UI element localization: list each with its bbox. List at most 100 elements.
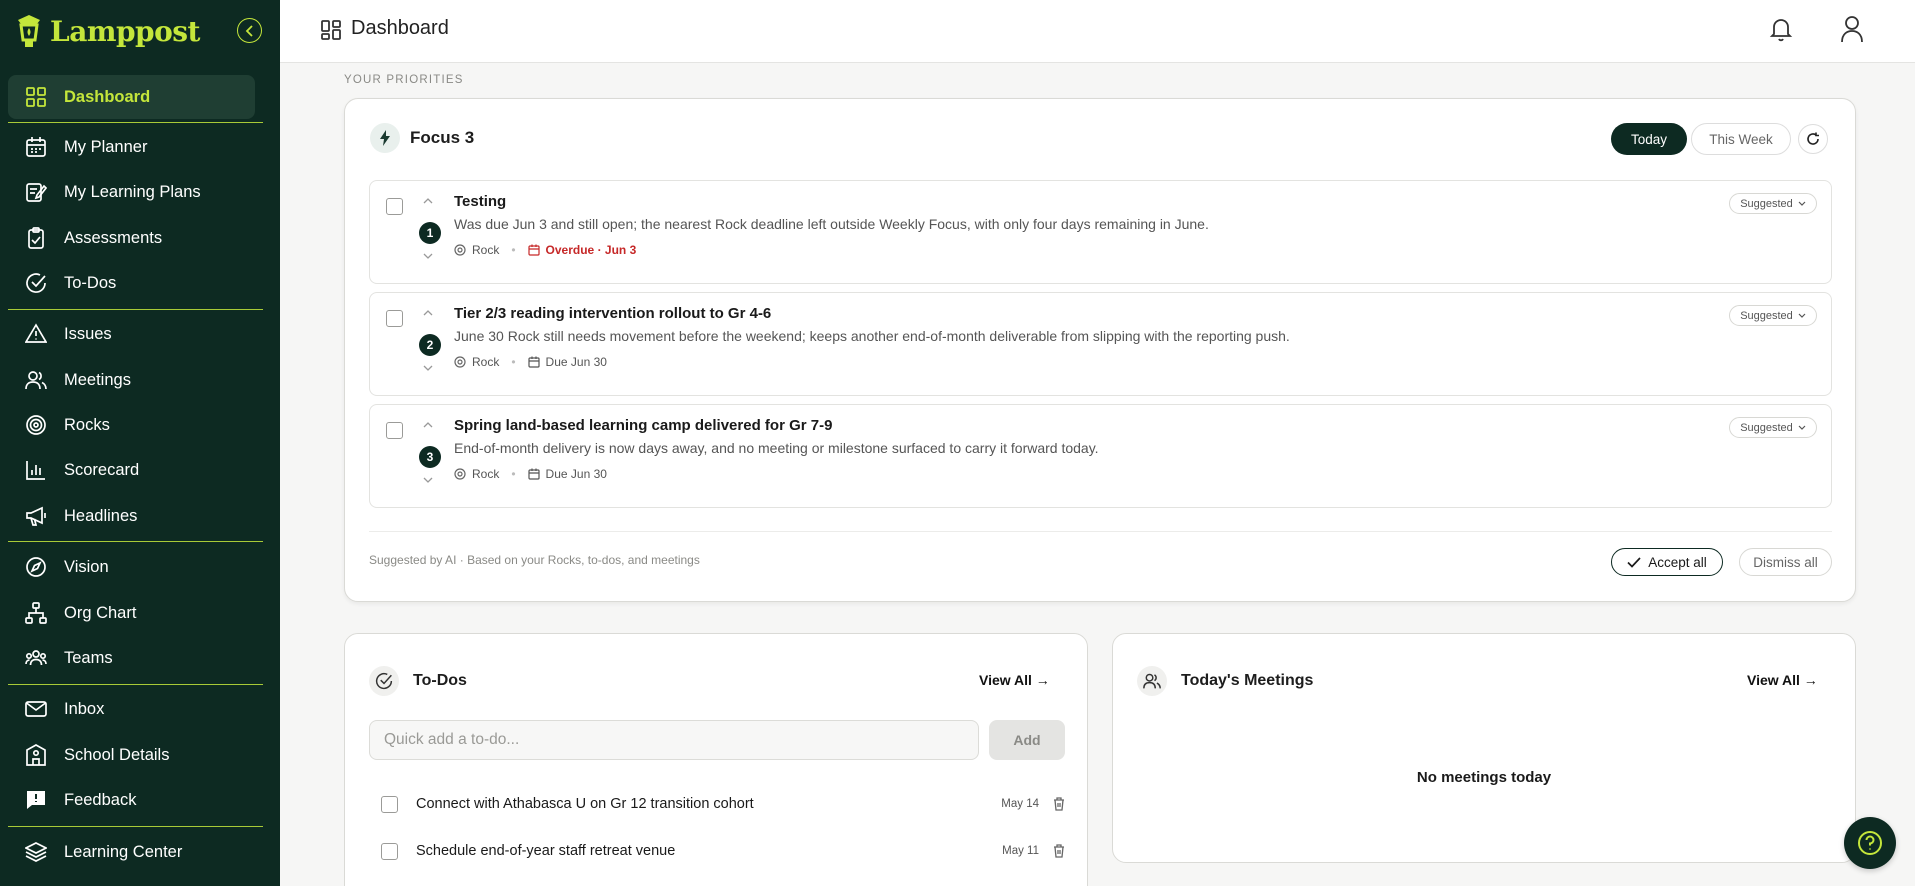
priority-description: Was due Jun 3 and still open; the neares…: [454, 216, 1209, 232]
sidebar-item-rocks[interactable]: Rocks: [8, 403, 255, 447]
priority-meta: Rock • Due Jun 30: [454, 467, 607, 481]
sidebar-item-my-planner[interactable]: My Planner: [8, 125, 255, 169]
priority-title[interactable]: Spring land-based learning camp delivere…: [454, 417, 832, 434]
check-icon: [1627, 556, 1641, 568]
priority-checkbox[interactable]: [386, 422, 403, 439]
org-chart-icon: [22, 599, 50, 627]
priority-rank: 1: [419, 222, 441, 244]
dashboard-icon: [22, 83, 50, 111]
todos-view-all-link[interactable]: View All →: [979, 672, 1050, 688]
priority-type: Rock: [472, 467, 500, 481]
chevron-down-icon: [1798, 425, 1806, 430]
lightning-icon: [370, 123, 400, 153]
sidebar-item-feedback[interactable]: Feedback: [8, 778, 255, 822]
quick-add-todo-input[interactable]: [369, 720, 979, 760]
feedback-icon: [22, 786, 50, 814]
sidebar-item-label: Teams: [64, 648, 113, 667]
sidebar-item-org-chart[interactable]: Org Chart: [8, 591, 255, 635]
compass-icon: [22, 553, 50, 581]
sidebar-item-assessments[interactable]: Assessments: [8, 216, 255, 260]
sidebar-item-issues[interactable]: Issues: [8, 312, 255, 356]
sidebar-item-dashboard[interactable]: Dashboard: [8, 75, 255, 119]
ai-note: Suggested by AI · Based on your Rocks, t…: [369, 553, 700, 567]
priority-checkbox[interactable]: [386, 198, 403, 215]
team-icon: [22, 644, 50, 672]
suggested-label: Suggested: [1740, 197, 1793, 210]
chevron-up-icon[interactable]: [422, 197, 434, 205]
trash-icon[interactable]: [1053, 797, 1065, 811]
sidebar-item-label: My Learning Plans: [64, 182, 201, 201]
priority-checkbox[interactable]: [386, 310, 403, 327]
todo-text[interactable]: Schedule end-of-year staff retreat venue: [416, 843, 1002, 859]
accept-all-button[interactable]: Accept all: [1611, 548, 1723, 576]
help-button[interactable]: [1844, 817, 1896, 869]
add-todo-button[interactable]: Add: [989, 720, 1065, 760]
sidebar-item-my-learning-plans[interactable]: My Learning Plans: [8, 170, 255, 214]
priority-due: Due Jun 30: [545, 355, 607, 369]
sidebar-item-to-dos[interactable]: To-Dos: [8, 261, 255, 305]
sidebar-item-vision[interactable]: Vision: [8, 545, 255, 589]
warning-icon: [22, 320, 50, 348]
sidebar-item-teams[interactable]: Teams: [8, 636, 255, 680]
todo-row: Connect with Athabasca U on Gr 12 transi…: [369, 787, 1065, 821]
help-icon: [1858, 831, 1882, 855]
sidebar-item-learning-center[interactable]: Learning Center: [8, 830, 255, 874]
tab-this-week[interactable]: This Week: [1691, 123, 1791, 155]
todo-checkbox[interactable]: [381, 842, 398, 860]
priority-title[interactable]: Testing: [454, 193, 506, 210]
calendar-icon: [22, 133, 50, 161]
check-circle-icon: [369, 666, 399, 696]
chevron-down-icon[interactable]: [422, 476, 434, 484]
chevron-up-icon[interactable]: [422, 421, 434, 429]
priority-title[interactable]: Tier 2/3 reading intervention rollout to…: [454, 305, 771, 322]
priority-type: Rock: [472, 355, 500, 369]
sidebar-item-label: Rocks: [64, 415, 110, 434]
todo-checkbox[interactable]: [381, 795, 398, 813]
suggested-tag[interactable]: Suggested: [1729, 305, 1817, 326]
collapse-sidebar-button[interactable]: [237, 18, 262, 43]
suggested-tag[interactable]: Suggested: [1729, 193, 1817, 214]
target-icon: [22, 411, 50, 439]
priority-due: Due Jun 30: [545, 467, 607, 481]
priority-item: 2 Tier 2/3 reading intervention rollout …: [369, 292, 1832, 396]
sidebar-item-label: Meetings: [64, 370, 131, 389]
refresh-button[interactable]: [1798, 124, 1828, 154]
separator-dot: •: [511, 355, 516, 369]
priority-description: June 30 Rock still needs movement before…: [454, 328, 1290, 344]
sidebar-item-label: School Details: [64, 745, 170, 764]
todo-text[interactable]: Connect with Athabasca U on Gr 12 transi…: [416, 796, 1001, 812]
sidebar-item-school-details[interactable]: School Details: [8, 733, 255, 777]
layers-icon: [22, 838, 50, 866]
suggested-label: Suggested: [1740, 421, 1793, 434]
sidebar-item-label: My Planner: [64, 137, 148, 156]
sidebar-item-meetings[interactable]: Meetings: [8, 358, 255, 402]
nav-divider: [8, 826, 263, 827]
separator-dot: •: [511, 467, 516, 481]
calendar-icon: [527, 244, 540, 256]
sidebar-item-scorecard[interactable]: Scorecard: [8, 448, 255, 492]
sidebar-item-headlines[interactable]: Headlines: [8, 494, 255, 538]
dismiss-all-button[interactable]: Dismiss all: [1739, 548, 1832, 576]
empty-state: No meetings today: [1416, 769, 1552, 786]
nav-divider: [8, 309, 263, 310]
meetings-view-all-link[interactable]: View All →: [1747, 672, 1818, 688]
sidebar-item-inbox[interactable]: Inbox: [8, 687, 255, 731]
clipboard-icon: [22, 224, 50, 252]
brand[interactable]: Lamppost: [14, 12, 201, 50]
chevron-up-icon[interactable]: [422, 309, 434, 317]
suggested-tag[interactable]: Suggested: [1729, 417, 1817, 438]
sidebar-item-label: Org Chart: [64, 603, 137, 622]
user-icon[interactable]: [1840, 15, 1864, 43]
bell-icon[interactable]: [1769, 16, 1793, 42]
sidebar-item-label: Dashboard: [64, 87, 151, 106]
trash-icon[interactable]: [1053, 844, 1065, 858]
chevron-down-icon: [1798, 201, 1806, 206]
chevron-down-icon: [1798, 313, 1806, 318]
chevron-down-icon[interactable]: [422, 252, 434, 260]
bar-chart-icon: [22, 456, 50, 484]
users-icon: [22, 366, 50, 394]
tab-today[interactable]: Today: [1611, 123, 1687, 155]
sidebar-item-label: Feedback: [64, 790, 137, 809]
chevron-down-icon[interactable]: [422, 364, 434, 372]
megaphone-icon: [22, 502, 50, 530]
